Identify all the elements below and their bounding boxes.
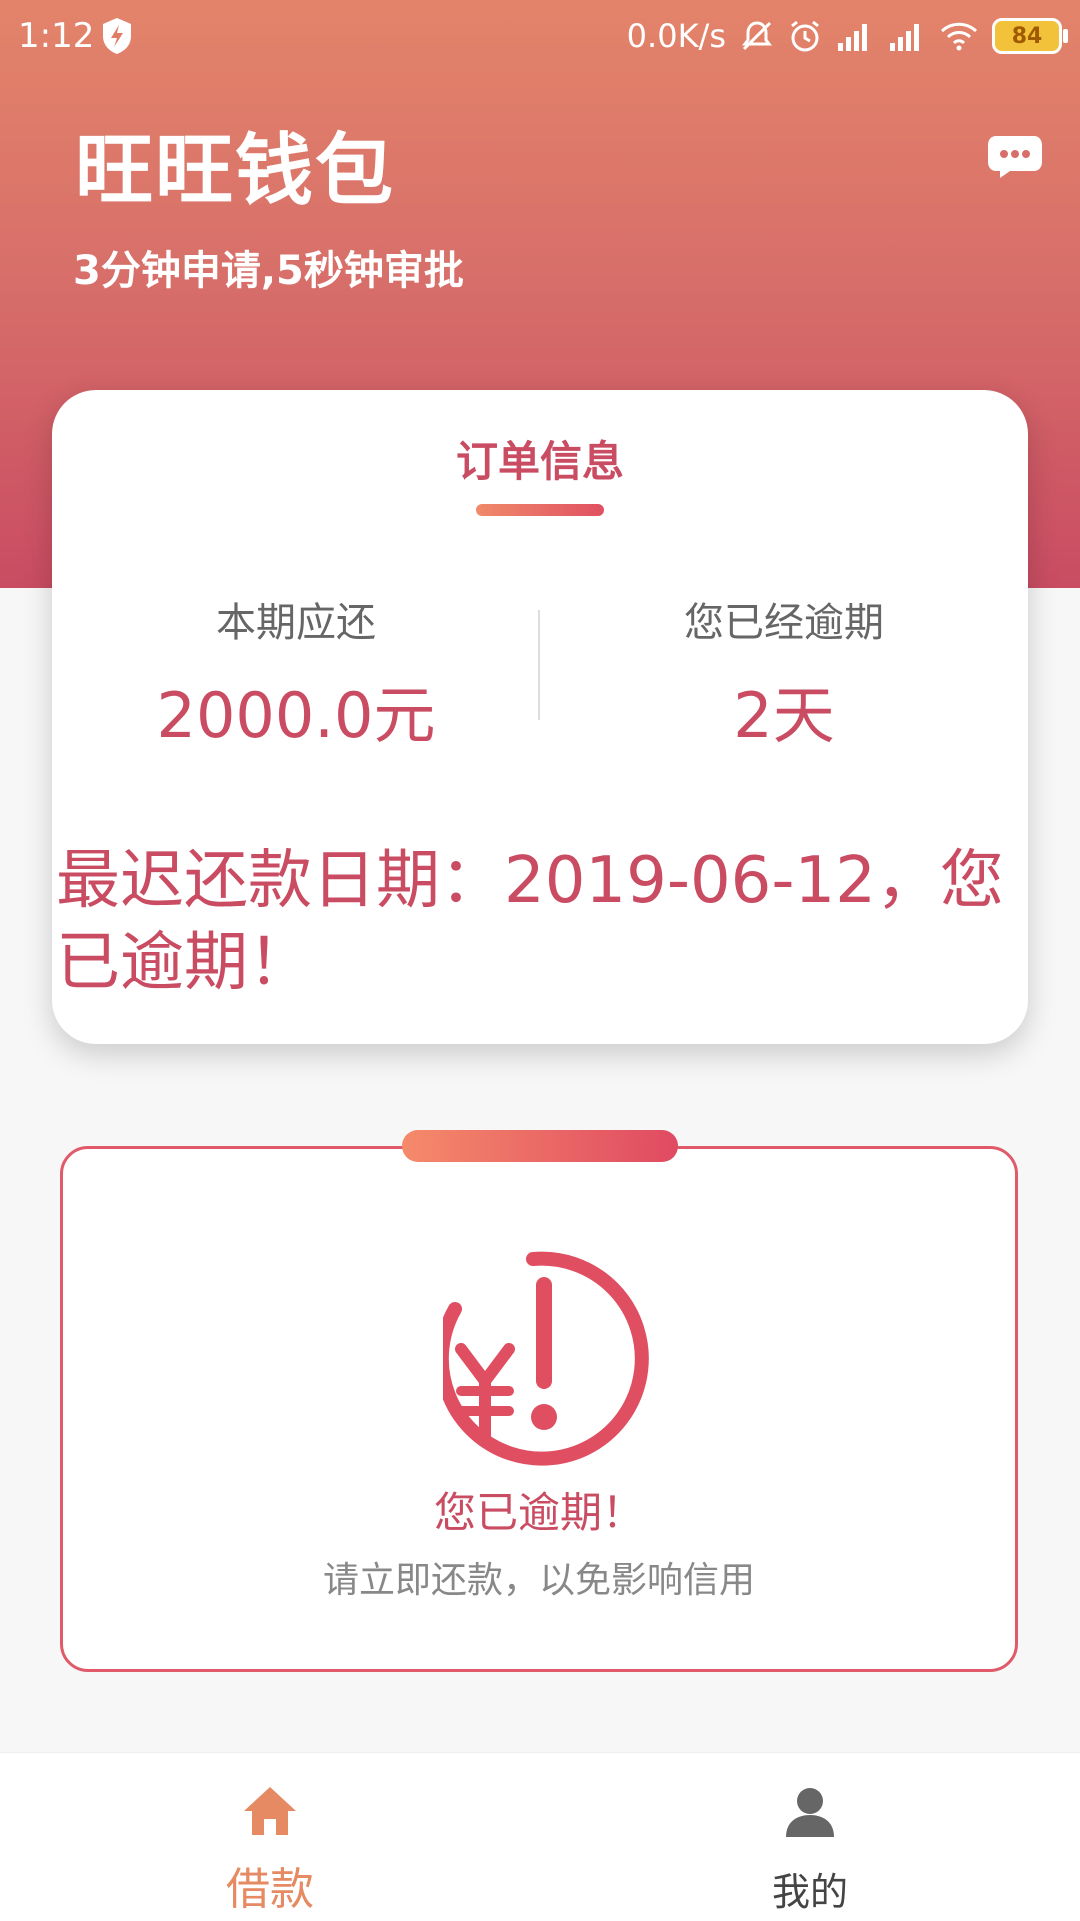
nav-label-borrow: 借款	[226, 1864, 314, 1915]
order-card-title: 订单信息	[455, 437, 624, 486]
nav-label-mine: 我的	[771, 1870, 848, 1914]
order-title-underline	[476, 504, 604, 516]
network-speed: 0.0K/s	[626, 17, 726, 55]
chat-bubble-icon[interactable]	[986, 134, 1044, 180]
overdue-card-tab	[402, 1130, 678, 1162]
overdue-days-value: 2天	[733, 679, 835, 752]
shield-bolt-icon	[103, 18, 131, 54]
order-info-card: 订单信息 本期应还 2000.0元 您已经逾期 2天 最迟还款日期：2019-0…	[52, 390, 1028, 1044]
overdue-subtitle: 请立即还款，以免影响信用	[322, 1560, 755, 1601]
app-subtitle: 3分钟申请,5秒钟审批	[73, 248, 464, 294]
overdue-days-label: 您已经逾期	[684, 600, 884, 646]
amount-due-value: 2000.0元	[156, 679, 436, 752]
due-date-text: 最迟还款日期：2019-06-12，您已逾期！	[56, 844, 1004, 1000]
battery-level: 84	[1011, 23, 1043, 49]
status-time: 1:12	[18, 16, 95, 56]
overdue-title: 您已逾期！	[433, 1488, 644, 1537]
signal-icon-1	[838, 24, 867, 51]
alarm-icon	[791, 20, 819, 52]
wifi-icon	[940, 22, 978, 51]
nav-item-borrow[interactable]: 借款	[0, 1753, 540, 1921]
bottom-nav: 借款 我的	[0, 1752, 1080, 1921]
mute-bell-icon	[742, 21, 772, 51]
person-icon	[786, 1788, 834, 1837]
battery-icon: 84	[992, 18, 1068, 54]
app-title: 旺旺钱包	[75, 126, 396, 216]
amount-due-label: 本期应还	[216, 600, 376, 646]
status-right: 0.0K/s 84	[626, 14, 1068, 58]
yen-alert-icon	[443, 1251, 649, 1466]
home-icon	[244, 1787, 296, 1835]
nav-item-mine[interactable]: 我的	[540, 1753, 1080, 1921]
signal-icon-2	[890, 24, 919, 51]
status-bar: 1:12 0.0K/s 84	[0, 0, 1080, 72]
overdue-warning-card: 您已逾期！ 请立即还款，以免影响信用	[60, 1146, 1018, 1672]
